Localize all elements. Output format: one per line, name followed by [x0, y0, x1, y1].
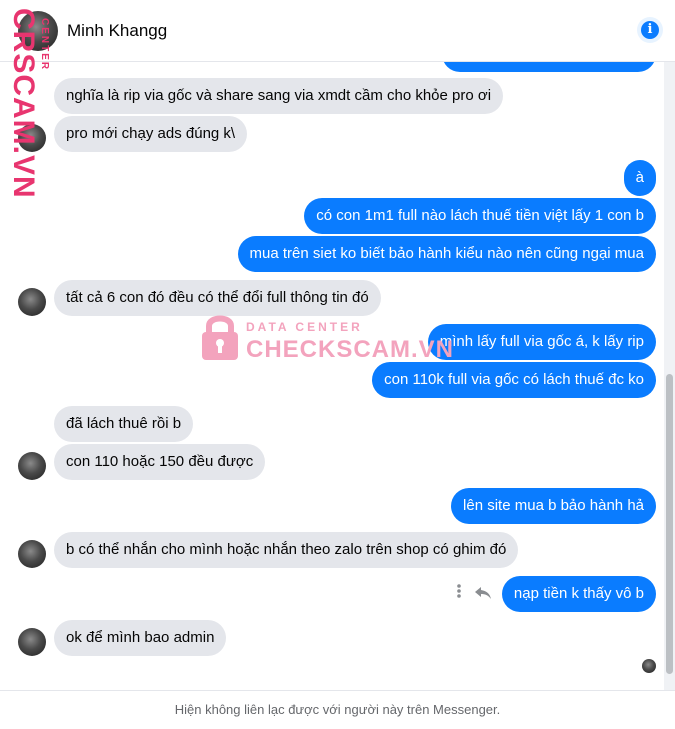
info-icon: i — [641, 21, 659, 39]
info-button[interactable]: i — [637, 17, 663, 43]
contact-avatar-small[interactable] — [18, 452, 46, 480]
message-incoming: b có thể nhắn cho mình hoặc nhắn theo za… — [54, 532, 519, 568]
watermark-center-bottom: CHECKSCAM.VN — [246, 336, 455, 363]
message-incoming: con 110 hoặc 150 đều được — [54, 444, 266, 480]
message-outgoing: nạp tiền k thấy vô b — [501, 576, 656, 612]
scrollbar[interactable] — [664, 62, 675, 690]
contact-name[interactable]: Minh Khangg — [67, 21, 167, 41]
more-vertical-icon[interactable] — [456, 583, 462, 604]
contact-avatar-small[interactable] — [18, 540, 46, 568]
message-incoming: pro mới chạy ads đúng k\ — [54, 116, 248, 152]
seen-indicator-avatar — [642, 659, 656, 673]
message-incoming: tất cả 6 con đó đều có thể đổi full thôn… — [54, 280, 381, 316]
message-incoming: nghĩa là rip via gốc và share sang via x… — [54, 78, 504, 114]
message-outgoing: có con 1m1 full nào lách thuế tiền việt … — [304, 198, 656, 234]
message-partial — [442, 62, 656, 72]
watermark-side: CRSCAM.VN CENTER — [6, 8, 50, 199]
reply-icon[interactable] — [474, 584, 492, 605]
conversation-header: Minh Khangg i — [0, 0, 675, 62]
message-incoming: đã lách thuê rồi b — [54, 406, 194, 442]
message-outgoing: à — [623, 160, 656, 196]
message-outgoing: lên site mua b bảo hành hả — [451, 488, 656, 524]
unavailable-notice: Hiện không liên lạc được với người này t… — [0, 690, 675, 723]
contact-avatar-small[interactable] — [18, 288, 46, 316]
watermark-side-text: CRSCAM.VN — [7, 8, 40, 199]
message-outgoing: mua trên siet ko biết bảo hành kiểu nào … — [237, 236, 656, 272]
message-outgoing: mình lấy full via gốc á, k lấy rip — [427, 324, 656, 360]
message-list[interactable]: nghĩa là rip via gốc và share sang via x… — [0, 62, 664, 690]
watermark-side-small: CENTER — [39, 18, 50, 72]
message-outgoing: con 110k full via gốc có lách thuế đc ko — [372, 362, 656, 398]
watermark-center-top: DATA CENTER — [246, 320, 363, 334]
lock-icon — [202, 315, 238, 360]
scrollbar-thumb[interactable] — [666, 374, 673, 674]
message-incoming: ok để mình bao admin — [54, 620, 227, 656]
contact-avatar-small[interactable] — [18, 628, 46, 656]
